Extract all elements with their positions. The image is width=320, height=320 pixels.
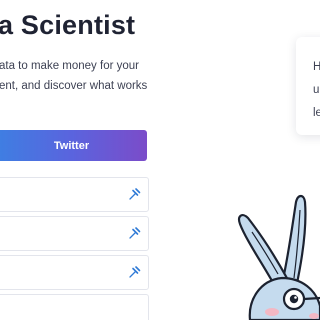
form-field[interactable] — [0, 216, 149, 251]
twitter-signup-button[interactable]: Twitter — [0, 130, 147, 161]
text-input[interactable] — [3, 295, 123, 320]
tagline-line: ent, and discover what works — [0, 80, 148, 92]
tagline-line: ata to make money for your — [0, 60, 139, 72]
signup-form — [0, 177, 149, 320]
tagline: ata to make money for your ent, and disc… — [0, 56, 149, 96]
side-card-text: H — [313, 61, 320, 73]
pin-icon — [129, 266, 141, 278]
form-field[interactable] — [0, 255, 149, 290]
pin-icon — [129, 227, 141, 239]
bunny-mascot-illustration — [238, 194, 320, 320]
page-title: a Scientist — [0, 10, 136, 40]
page: a Scientist ata to make money for your e… — [0, 0, 320, 320]
form-field[interactable] — [0, 177, 149, 212]
text-input[interactable] — [3, 217, 123, 250]
side-card: H u le — [296, 37, 320, 135]
text-input[interactable] — [3, 178, 123, 211]
side-card-text: le — [313, 107, 320, 119]
side-card-text: u — [313, 84, 320, 96]
text-input[interactable] — [3, 256, 123, 289]
pin-icon — [129, 188, 141, 200]
form-field[interactable] — [0, 294, 149, 320]
